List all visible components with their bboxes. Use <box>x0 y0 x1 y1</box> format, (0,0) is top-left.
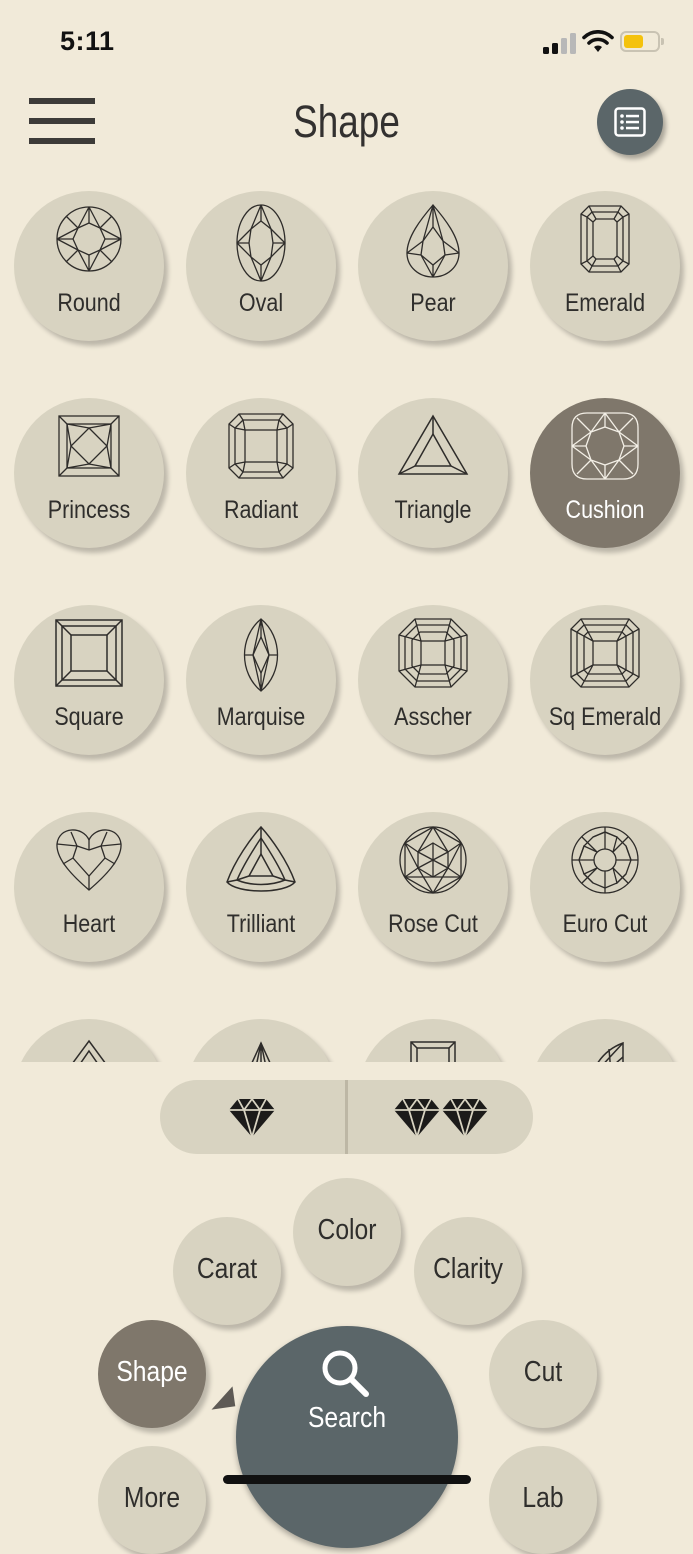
shape-oval[interactable]: Oval <box>186 191 336 341</box>
shape-label: Oval <box>238 289 284 317</box>
nav-label: Carat <box>196 1253 258 1285</box>
shape-label: Rose Cut <box>388 910 478 938</box>
page-title: Shape <box>293 96 400 147</box>
oval-diamond-icon <box>236 204 286 282</box>
asscher-diamond-icon <box>398 618 468 688</box>
shape-shield[interactable] <box>186 1019 336 1062</box>
euro-cut-diamond-icon <box>571 826 639 894</box>
shape-sq-emerald[interactable]: Sq Emerald <box>530 605 680 755</box>
shape-princess[interactable]: Princess <box>14 398 164 548</box>
shape-baguette[interactable] <box>358 1019 508 1062</box>
shape-triangle[interactable]: Triangle <box>358 398 508 548</box>
shape-pear[interactable]: Pear <box>358 191 508 341</box>
shape-euro-cut[interactable]: Euro Cut <box>530 812 680 962</box>
cushion-diamond-icon <box>571 412 639 480</box>
emerald-diamond-icon <box>580 205 630 273</box>
shape-label: Asscher <box>394 703 472 731</box>
status-bar: 5:11 <box>0 0 693 80</box>
nav-shape-button[interactable]: Shape <box>98 1320 206 1428</box>
nav-label: Clarity <box>433 1253 503 1285</box>
shape-label: Radiant <box>223 496 299 524</box>
nav-label: More <box>123 1482 181 1514</box>
kite-diamond-icon <box>72 1039 106 1062</box>
nav-label: Color <box>317 1214 377 1246</box>
shape-heart[interactable]: Heart <box>14 812 164 962</box>
shape-trilliant[interactable]: Trilliant <box>186 812 336 962</box>
nav-label: Lab <box>522 1482 564 1514</box>
pear-diamond-icon <box>406 204 460 278</box>
status-time: 5:11 <box>60 26 115 56</box>
search-icon <box>322 1350 369 1397</box>
active-indicator-arrow <box>208 1386 236 1410</box>
list-view-button[interactable] <box>597 89 663 155</box>
shape-label: Euro Cut <box>562 910 648 938</box>
square-emerald-diamond-icon <box>570 618 640 688</box>
shape-cushion[interactable]: Cushion <box>530 398 680 548</box>
shape-grid: Round Oval Pear Emerald Princess Radiant… <box>0 172 693 1062</box>
cellular-signal-icon <box>543 32 576 54</box>
nav-color-button[interactable]: Color <box>293 1178 401 1286</box>
shape-emerald[interactable]: Emerald <box>530 191 680 341</box>
pair-diamond-icon <box>394 1098 488 1138</box>
shape-label: Sq Emerald <box>548 703 662 731</box>
nav-cut-button[interactable]: Cut <box>489 1320 597 1428</box>
shape-label: Marquise <box>216 703 306 731</box>
shape-marquise[interactable]: Marquise <box>186 605 336 755</box>
nav-label: Shape <box>116 1356 188 1388</box>
shape-kite[interactable] <box>14 1019 164 1062</box>
pair-diamond-option[interactable] <box>348 1080 533 1154</box>
single-diamond-icon <box>229 1098 275 1138</box>
radiant-diamond-icon <box>228 413 294 479</box>
shape-label: Heart <box>62 910 116 938</box>
shape-label: Square <box>54 703 124 731</box>
diamond-count-toggle <box>160 1080 533 1154</box>
rose-cut-diamond-icon <box>399 826 467 894</box>
nav-carat-button[interactable]: Carat <box>173 1217 281 1325</box>
shape-round[interactable]: Round <box>14 191 164 341</box>
shape-label: Triangle <box>394 496 472 524</box>
trilliant-diamond-icon <box>226 825 296 892</box>
shield-diamond-icon <box>251 1041 271 1062</box>
half-moon-diamond-icon <box>597 1041 624 1062</box>
header: Shape <box>0 80 693 170</box>
shape-rose-cut[interactable]: Rose Cut <box>358 812 508 962</box>
shape-label: Princess <box>47 496 131 524</box>
battery-icon <box>620 31 664 52</box>
round-diamond-icon <box>56 206 122 272</box>
home-indicator <box>223 1475 471 1484</box>
shape-asscher[interactable]: Asscher <box>358 605 508 755</box>
nav-more-button[interactable]: More <box>98 1446 206 1554</box>
princess-diamond-icon <box>58 415 120 477</box>
square-diamond-icon <box>55 619 123 687</box>
search-label: Search <box>307 1402 387 1434</box>
shape-label: Trilliant <box>226 910 296 938</box>
list-icon <box>614 107 646 137</box>
shape-square[interactable]: Square <box>14 605 164 755</box>
baguette-diamond-icon <box>410 1041 456 1062</box>
nav-label: Cut <box>523 1356 563 1388</box>
shape-label: Pear <box>410 289 456 317</box>
shape-label: Emerald <box>564 289 646 317</box>
nav-lab-button[interactable]: Lab <box>489 1446 597 1554</box>
marquise-diamond-icon <box>243 618 279 692</box>
wifi-icon <box>582 30 614 52</box>
nav-clarity-button[interactable]: Clarity <box>414 1217 522 1325</box>
shape-label: Round <box>57 289 121 317</box>
single-diamond-option[interactable] <box>160 1080 345 1154</box>
shape-half-moon[interactable] <box>530 1019 680 1062</box>
heart-diamond-icon <box>56 829 122 891</box>
search-button[interactable]: Search <box>236 1326 458 1548</box>
triangle-diamond-icon <box>397 414 469 475</box>
shape-label: Cushion <box>565 496 645 524</box>
shape-radiant[interactable]: Radiant <box>186 398 336 548</box>
